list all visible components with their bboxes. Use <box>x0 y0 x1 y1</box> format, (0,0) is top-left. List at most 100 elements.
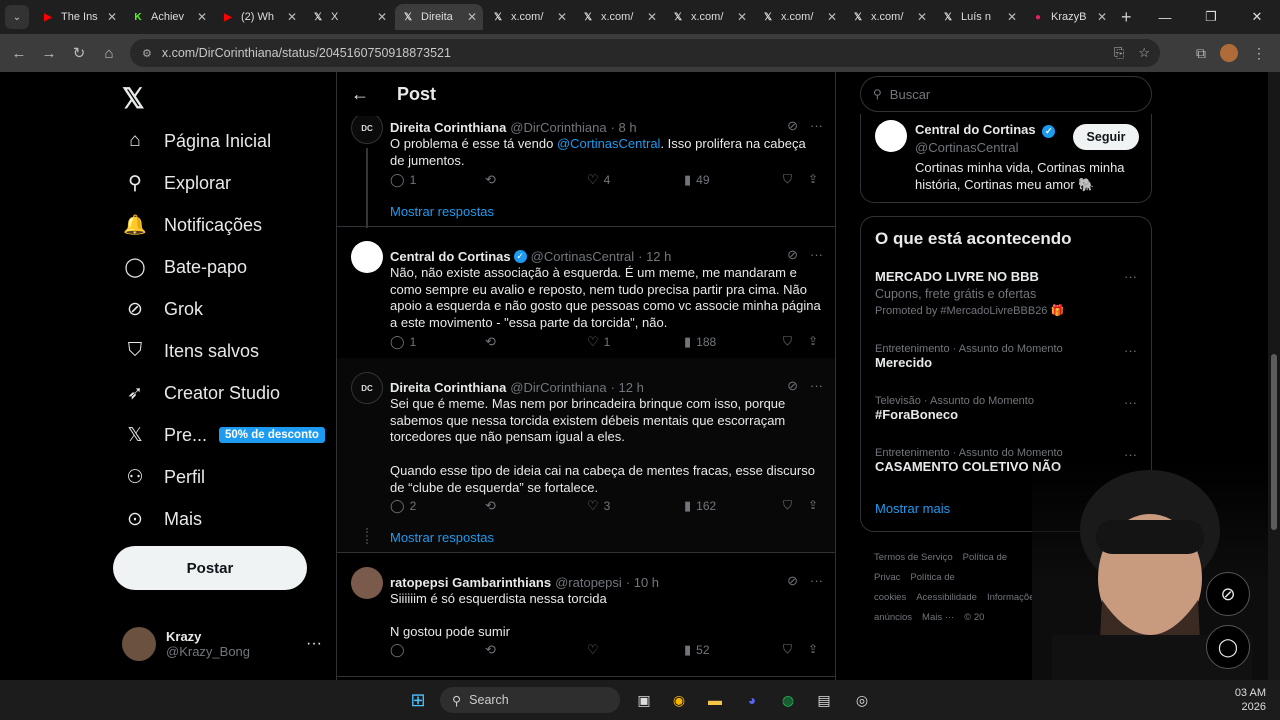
author-handle[interactable]: @CortinasCentral <box>531 249 635 264</box>
repost-button[interactable]: ⟲ <box>485 334 501 350</box>
browser-tab[interactable]: 𝕏x.com/ ✕ <box>485 4 573 30</box>
nav-item-notifications[interactable]: 🔔 Notificações <box>122 204 262 246</box>
footer-link[interactable]: © 20 <box>964 612 984 623</box>
tweet-time[interactable]: · 8 h <box>611 120 637 135</box>
trend-item[interactable]: MERCADO LIVRE NO BBB Cupons, frete grátis… <box>875 269 1137 317</box>
author-handle[interactable]: @ratopepsi <box>555 575 622 590</box>
share-icon[interactable]: ⇪ <box>808 334 818 348</box>
address-bar[interactable]: ⚙ x.com/DirCorinthiana/status/2045160750… <box>130 39 1160 67</box>
nav-item-explore[interactable]: ⚲ Explorar <box>122 162 231 204</box>
close-tab-icon[interactable]: ✕ <box>1007 10 1017 24</box>
close-tab-icon[interactable]: ✕ <box>287 10 297 24</box>
like-button[interactable]: ♡ 4 <box>587 172 610 188</box>
back-arrow-icon[interactable]: ← <box>351 84 381 105</box>
close-tab-icon[interactable]: ✕ <box>467 10 477 24</box>
close-tab-icon[interactable]: ✕ <box>827 10 837 24</box>
author-handle[interactable]: @DirCorinthiana <box>510 120 606 135</box>
obs-icon[interactable]: ◎ <box>850 688 874 712</box>
repost-button[interactable]: ⟲ <box>485 498 501 514</box>
scrollbar-thumb[interactable] <box>1271 354 1277 530</box>
browser-menu-icon[interactable]: ⋮ <box>1252 45 1266 62</box>
avatar[interactable]: DC <box>351 112 383 144</box>
browser-tab[interactable]: 𝕏 Luís n ✕ <box>935 4 1023 30</box>
footer-link[interactable]: Mais ··· <box>922 612 954 623</box>
site-info-icon[interactable]: ⚙ <box>142 47 152 60</box>
browser-tab[interactable]: 𝕏x.com/ ✕ <box>755 4 843 30</box>
browser-tab[interactable]: ● KrazyB ✕ <box>1025 4 1113 30</box>
show-more-link[interactable]: Mostrar mais <box>875 501 950 516</box>
repost-button[interactable]: ⟲ <box>485 172 501 188</box>
reply-button[interactable]: ◯ 1 <box>390 172 416 188</box>
share-icon[interactable]: ⇪ <box>808 498 818 512</box>
close-tab-icon[interactable]: ✕ <box>557 10 567 24</box>
restore-button[interactable]: ❐ <box>1188 9 1234 25</box>
discord-icon[interactable]: ◕ <box>740 688 764 712</box>
nav-item-profile[interactable]: ⚇ Perfil <box>122 456 205 498</box>
bookmark-icon[interactable]: ⛉ <box>783 334 792 349</box>
taskbar-search[interactable]: ⚲ Search <box>440 687 620 713</box>
mention-link[interactable]: @CortinasCentral <box>557 136 661 151</box>
close-tab-icon[interactable]: ✕ <box>917 10 927 24</box>
tab-search-button[interactable]: ⌄ <box>5 5 29 29</box>
like-button[interactable]: ♡ 1 <box>587 334 610 350</box>
chrome-icon[interactable]: ◉ <box>667 688 691 712</box>
views-button[interactable]: ▮ 52 <box>684 642 710 658</box>
bookmark-icon[interactable]: ⛉ <box>783 642 792 657</box>
avatar[interactable]: DC <box>351 372 383 404</box>
profile-avatar[interactable] <box>1220 44 1238 62</box>
nav-item-bookmarks[interactable]: ⛉ Itens salvos <box>122 330 259 372</box>
more-icon[interactable]: ··· <box>1124 343 1137 358</box>
repost-button[interactable]: ⟲ <box>485 642 501 658</box>
system-clock[interactable]: 03 AM 2026 <box>1235 686 1266 714</box>
bookmark-icon[interactable]: ⛉ <box>783 498 792 513</box>
home-button[interactable]: ⌂ <box>94 45 124 62</box>
nav-item-premium[interactable]: 𝕏 Pre... 50% de desconto <box>122 414 325 456</box>
browser-tab[interactable]: ▶ (2) Wh ✕ <box>215 4 303 30</box>
author-name[interactable]: ratopepsi Gambarinthians <box>390 575 551 590</box>
browser-tab[interactable]: 𝕏x.com/ ✕ <box>845 4 933 30</box>
more-icon[interactable]: ··· <box>810 118 823 134</box>
extensions-icon[interactable]: ⧉ <box>1196 45 1206 62</box>
author-handle[interactable]: @DirCorinthiana <box>510 380 606 395</box>
page-scrollbar[interactable] <box>1268 72 1280 680</box>
show-replies-link[interactable]: Mostrar respostas <box>390 204 494 219</box>
minimize-button[interactable]: — <box>1142 10 1188 25</box>
close-window-button[interactable]: ✕ <box>1234 9 1280 25</box>
avatar[interactable] <box>351 567 383 599</box>
post-button[interactable]: Postar <box>113 546 307 590</box>
nav-item-chat[interactable]: ◯ Bate-papo <box>122 246 247 288</box>
browser-tab[interactable]: 𝕏 X ✕ <box>305 4 393 30</box>
x-logo-icon[interactable]: 𝕏 <box>122 82 145 115</box>
close-tab-icon[interactable]: ✕ <box>647 10 657 24</box>
show-replies-link[interactable]: Mostrar respostas <box>390 530 494 545</box>
views-button[interactable]: ▮ 188 <box>684 334 716 350</box>
more-icon[interactable]: ··· <box>810 378 823 394</box>
tweet-time[interactable]: · 10 h <box>626 575 659 590</box>
views-button[interactable]: ▮ 49 <box>684 172 710 188</box>
close-tab-icon[interactable]: ✕ <box>107 10 117 24</box>
browser-tab[interactable]: 𝕏x.com/ ✕ <box>665 4 753 30</box>
profile-name[interactable]: Central do Cortinas ✓ <box>915 122 1056 138</box>
nav-item-home[interactable]: ⌂ Página Inicial <box>122 120 271 162</box>
app-icon[interactable]: ▤ <box>812 688 836 712</box>
tweet-time[interactable]: · 12 h <box>638 249 671 264</box>
grok-icon[interactable]: ⊘ <box>787 247 798 263</box>
back-button[interactable]: ← <box>4 45 34 62</box>
account-switcher[interactable]: Krazy @Krazy_Bong ··· <box>122 624 322 664</box>
spotify-icon[interactable]: ◍ <box>776 688 800 712</box>
grok-icon[interactable]: ⊘ <box>787 118 798 134</box>
more-icon[interactable]: ··· <box>810 247 823 263</box>
more-icon[interactable]: ··· <box>306 635 322 653</box>
reload-button[interactable]: ↻ <box>64 44 94 62</box>
close-tab-icon[interactable]: ✕ <box>737 10 747 24</box>
grok-icon[interactable]: ⊘ <box>787 573 798 589</box>
more-icon[interactable]: ··· <box>810 573 823 589</box>
discount-badge[interactable]: 50% de desconto <box>219 427 325 443</box>
search-input[interactable] <box>889 86 1120 102</box>
grok-icon[interactable]: ⊘ <box>1206 572 1250 616</box>
bookmark-star-icon[interactable]: ☆ <box>1138 45 1150 61</box>
browser-tab[interactable]: ▶ The Ins ✕ <box>35 4 123 30</box>
reply-button[interactable]: ◯ <box>390 642 410 658</box>
nav-item-grok[interactable]: ⊘ Grok <box>122 288 203 330</box>
reply-button[interactable]: ◯ 2 <box>390 498 416 514</box>
